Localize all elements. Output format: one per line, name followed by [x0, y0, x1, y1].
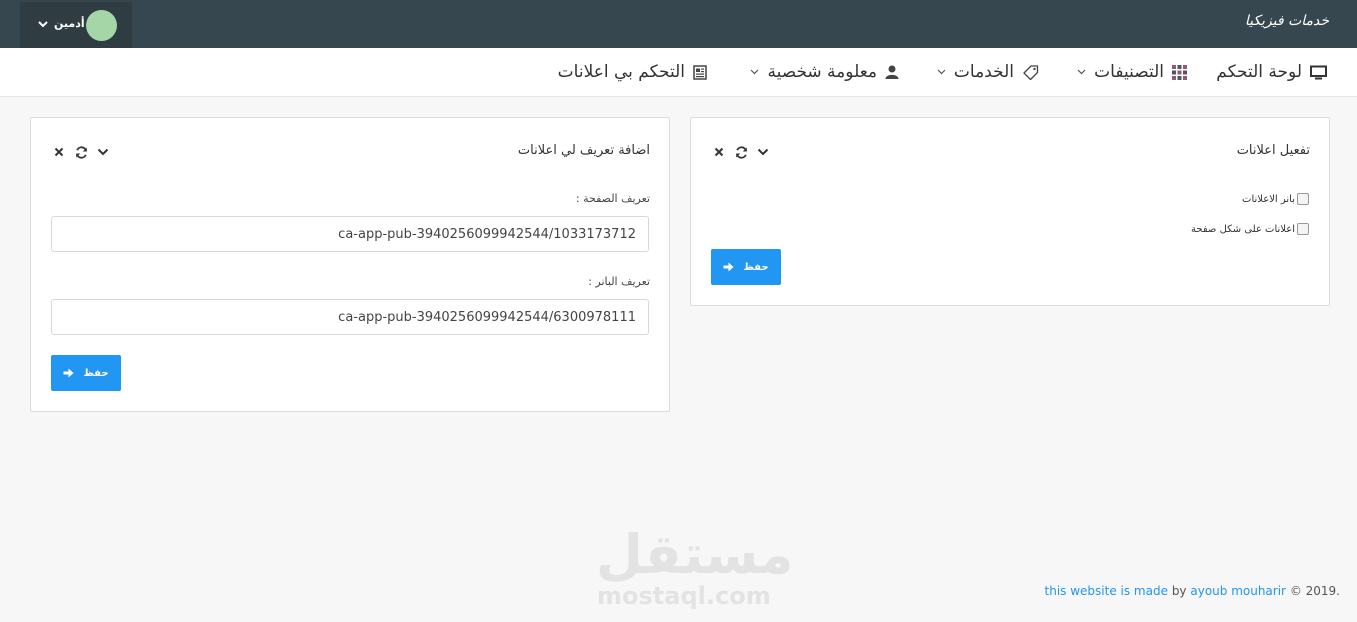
brand-title[interactable]: خدمات فيزيكيا — [1245, 13, 1329, 29]
chevron-down-icon — [1077, 69, 1086, 75]
nav-item-ads-control[interactable]: التحكم بي اعلانات — [558, 48, 707, 96]
footer-copyright: © 2019. — [1289, 584, 1340, 598]
footer-by: by — [1171, 584, 1187, 598]
refresh-icon[interactable] — [734, 145, 748, 159]
chevron-down-icon — [37, 16, 49, 30]
nav-item-label: التصنيفات — [1094, 62, 1164, 82]
nav-item-dashboard[interactable]: لوحة التحكم — [1216, 48, 1327, 96]
ads-toggle-panel: تفعيل اعلانات بانر الاعلانات اعلانات على… — [690, 117, 1330, 306]
banner-ads-checkbox-row[interactable]: بانر الاعلانات — [1242, 193, 1309, 205]
nav-item-label: الخدمات — [953, 62, 1014, 82]
ads-ids-panel: اضافة تعريف لي اعلانات تعريف الصفحة : تع… — [30, 117, 670, 412]
save-button[interactable]: حفظ — [51, 355, 121, 391]
page-id-label: تعريف الصفحة : — [575, 192, 650, 205]
panel-title: تفعيل اعلانات — [1236, 143, 1310, 158]
watermark-logo: مستقل — [596, 523, 794, 586]
newspaper-icon — [693, 64, 707, 80]
watermark-url: mostaql.com — [597, 582, 771, 610]
footer-link[interactable]: this website is made — [1045, 584, 1168, 598]
interstitial-ads-checkbox[interactable] — [1297, 223, 1309, 235]
user-name: أدمين — [54, 17, 85, 30]
tag-icon — [1022, 64, 1039, 80]
chevron-down-icon[interactable] — [756, 145, 770, 159]
footer: this website is made by ayoub mouharir ©… — [1045, 584, 1340, 598]
nav-item-categories[interactable]: التصنيفات — [1077, 48, 1187, 96]
banner-ads-checkbox[interactable] — [1297, 193, 1309, 205]
user-icon — [885, 65, 899, 79]
nav-item-label: معلومة شخصية — [767, 62, 877, 82]
chevron-down-icon[interactable] — [96, 145, 110, 159]
nav-item-label: لوحة التحكم — [1216, 62, 1302, 82]
panel-tools — [712, 145, 770, 159]
interstitial-ads-checkbox-row[interactable]: اعلانات على شكل صفحة — [1191, 223, 1309, 235]
save-label: حفظ — [83, 367, 109, 379]
banner-id-label: تعريف البانر : — [588, 275, 650, 288]
user-menu[interactable]: أدمين — [20, 2, 132, 48]
panel-title: اضافة تعريف لي اعلانات — [517, 143, 650, 158]
grid-icon — [1172, 64, 1187, 80]
nav-item-profile[interactable]: معلومة شخصية — [750, 48, 899, 96]
page-id-input[interactable] — [51, 216, 649, 252]
checkbox-label: بانر الاعلانات — [1242, 193, 1295, 205]
chevron-down-icon — [937, 69, 946, 75]
arrow-right-icon — [63, 368, 74, 378]
refresh-icon[interactable] — [74, 145, 88, 159]
chevron-down-icon — [750, 69, 759, 75]
close-icon[interactable] — [52, 145, 66, 159]
avatar — [86, 10, 117, 41]
panel-tools — [52, 145, 110, 159]
save-button[interactable]: حفظ — [711, 249, 781, 285]
arrow-right-icon — [723, 262, 734, 272]
close-icon[interactable] — [712, 145, 726, 159]
footer-author-link[interactable]: ayoub mouharir — [1190, 584, 1286, 598]
nav-item-label: التحكم بي اعلانات — [557, 62, 685, 82]
monitor-icon — [1310, 65, 1327, 80]
banner-id-input[interactable] — [51, 299, 649, 335]
main-nav: لوحة التحكم التصنيفات الخدمات معلومة شخص… — [0, 48, 1357, 97]
nav-item-services[interactable]: الخدمات — [937, 48, 1039, 96]
checkbox-label: اعلانات على شكل صفحة — [1191, 223, 1295, 235]
save-label: حفظ — [743, 261, 769, 273]
top-bar: خدمات فيزيكيا أدمين — [0, 0, 1357, 48]
